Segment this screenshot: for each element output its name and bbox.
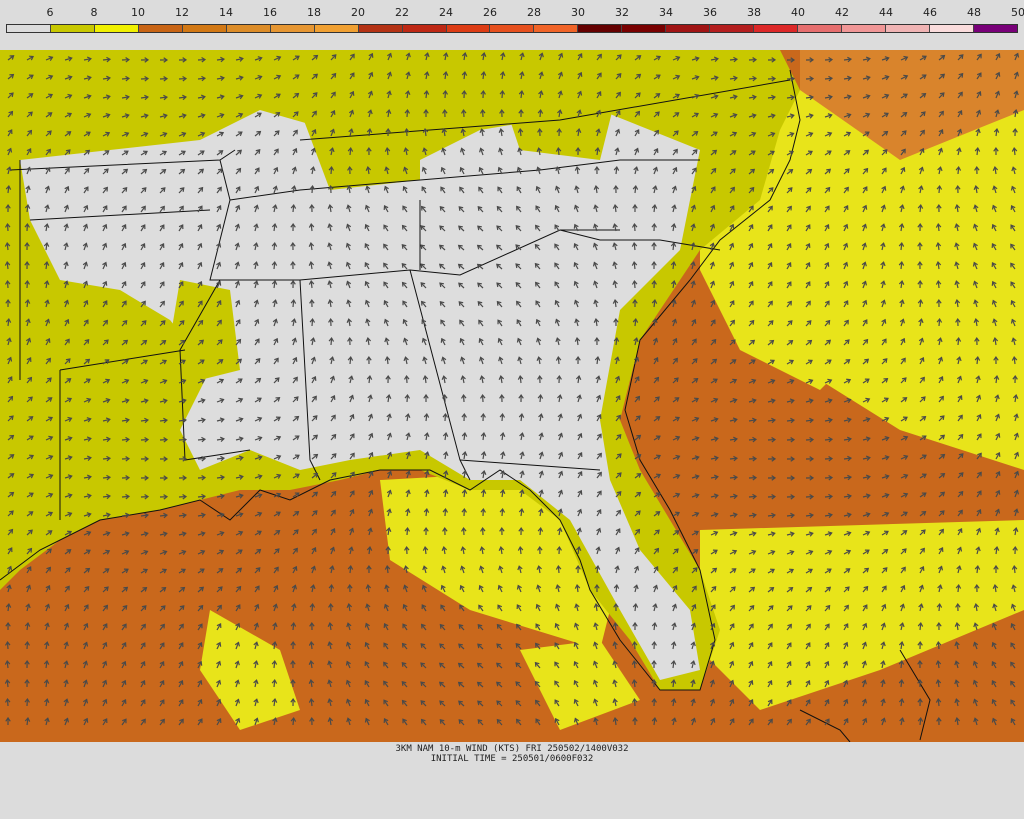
legend-label: 18: [307, 6, 321, 19]
legend-swatch: [138, 25, 183, 32]
legend-swatch: [182, 25, 227, 32]
legend-label: 46: [923, 6, 937, 19]
legend-label: 28: [527, 6, 541, 19]
legend-label: 14: [219, 6, 233, 19]
legend-labels: 6 8 10 12 14 16 18 20 22 24 26 28 30 32 34 36 38 40 42 44 46…: [0, 6, 1024, 20]
legend-swatch: [666, 25, 711, 32]
legend-label: 30: [571, 6, 585, 19]
legend-label: 10: [131, 6, 145, 19]
legend-swatch: [446, 25, 491, 32]
wind-map-svg: [0, 50, 1024, 742]
legend-label: 48: [967, 6, 981, 19]
legend-label: 32: [615, 6, 629, 19]
legend-label: 20: [351, 6, 365, 19]
legend-label: 22: [395, 6, 409, 19]
legend-label: 42: [835, 6, 849, 19]
legend-label: 44: [879, 6, 893, 19]
legend-swatch: [973, 25, 1017, 32]
legend-label: 12: [175, 6, 189, 19]
legend-swatch: [402, 25, 447, 32]
legend-swatch: [842, 25, 887, 32]
legend-swatch: [930, 25, 974, 32]
legend-swatch: [270, 25, 315, 32]
legend-label: 38: [747, 6, 761, 19]
legend-label: 50: [1011, 6, 1024, 19]
legend-swatch: [578, 25, 623, 32]
legend-swatch: [886, 25, 931, 32]
legend-label: 24: [439, 6, 453, 19]
legend-swatch: [798, 25, 843, 32]
legend-label: 6: [46, 6, 54, 19]
legend-swatch: [7, 25, 51, 32]
legend-swatch: [226, 25, 271, 32]
legend-swatch: [490, 25, 535, 32]
wind-speed-shading: [0, 50, 1024, 742]
legend-swatch: [710, 25, 755, 32]
legend-label: 8: [90, 6, 98, 19]
legend-swatch: [754, 25, 799, 32]
legend-colorbar: [6, 24, 1018, 33]
legend-label: 16: [263, 6, 277, 19]
legend-swatch: [314, 25, 359, 32]
legend-label: 40: [791, 6, 805, 19]
legend-label: 34: [659, 6, 673, 19]
legend-swatch: [94, 25, 139, 32]
legend-swatch: [358, 25, 403, 32]
legend-label: 36: [703, 6, 717, 19]
legend-swatch: [534, 25, 579, 32]
legend-swatch: [50, 25, 95, 32]
legend-label: 26: [483, 6, 497, 19]
wind-map: [0, 50, 1024, 742]
legend-swatch: [622, 25, 667, 32]
